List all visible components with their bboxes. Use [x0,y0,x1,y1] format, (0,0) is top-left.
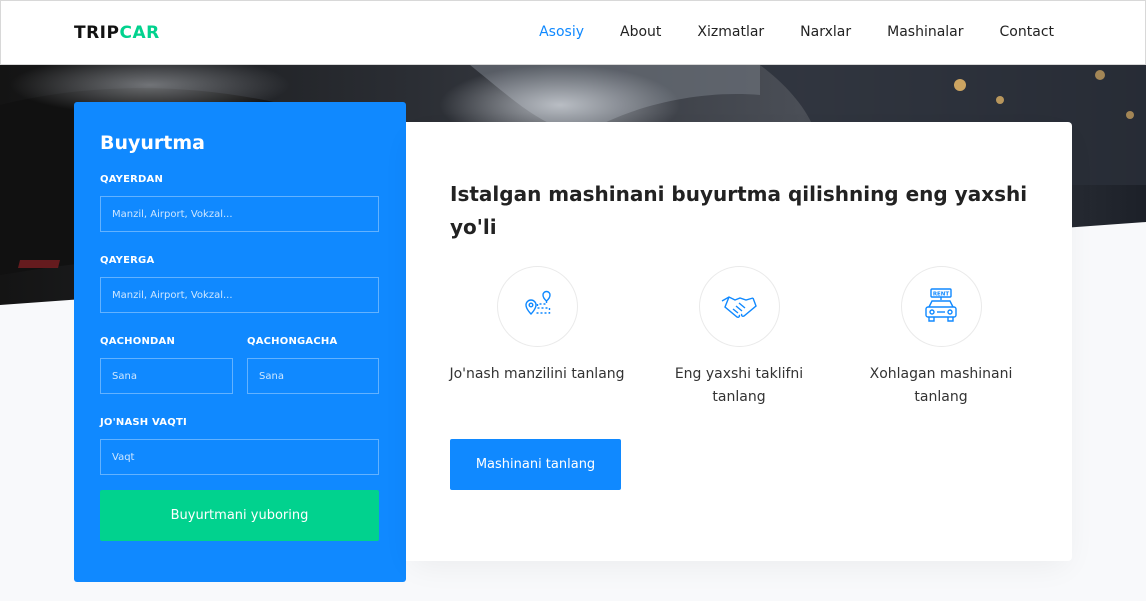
info-card: Istalgan mashinani buyurtma qilishning e… [406,122,1072,561]
end-date-input[interactable] [247,358,379,394]
choose-car-button[interactable]: Mashinani tanlang [450,439,621,490]
time-input[interactable] [100,439,379,475]
booking-title: Buyurtma [100,132,205,154]
nav-item-xizmatlar[interactable]: Xizmatlar [697,24,764,40]
brand-part-2: CAR [119,23,160,43]
nav-item-asosiy[interactable]: Asosiy [539,24,584,40]
feature-item: Jo'nash manzilini tanlang [447,266,627,386]
submit-booking-button[interactable]: Buyurtmani yuboring [100,490,379,541]
feature-item: Eng yaxshi taklifni tanlang [649,266,829,409]
nav-item-about[interactable]: About [620,24,661,40]
to-input[interactable] [100,277,379,313]
start-date-input[interactable] [100,358,233,394]
svg-text:RENT: RENT [933,291,950,297]
nav-item-contact[interactable]: Contact [1000,24,1054,40]
main-menu: Asosiy About Xizmatlar Narxlar Mashinala… [539,24,1054,40]
nav-item-narxlar[interactable]: Narxlar [800,24,851,40]
route-icon [496,266,578,347]
booking-panel: Buyurtma QAYERDAN QAYERGA QACHONDAN QACH… [74,102,406,582]
navbar: TRIPCAR Asosiy About Xizmatlar Narxlar M… [0,0,1146,65]
nav-item-mashinalar[interactable]: Mashinalar [887,24,963,40]
feature-label: Jo'nash manzilini tanlang [449,366,625,382]
feature-label: Eng yaxshi taklifni tanlang [674,366,804,405]
from-input[interactable] [100,196,379,232]
brand-part-1: TRIP [74,23,120,43]
feature-item: RENT Xohlagan mashinani tanlang [851,266,1031,409]
handshake-icon [698,266,780,347]
end-date-label: QACHONGACHA [247,336,338,347]
time-label: JO'NASH VAQTI [100,417,187,428]
headline: Istalgan mashinani buyurtma qilishning e… [450,182,1028,239]
from-label: QAYERDAN [100,174,164,185]
brand-logo[interactable]: TRIPCAR [74,23,160,43]
rent-car-icon: RENT [900,266,982,347]
to-label: QAYERGA [100,255,155,266]
start-date-label: QACHONDAN [100,336,176,347]
feature-label: Xohlagan mashinani tanlang [869,366,1013,405]
